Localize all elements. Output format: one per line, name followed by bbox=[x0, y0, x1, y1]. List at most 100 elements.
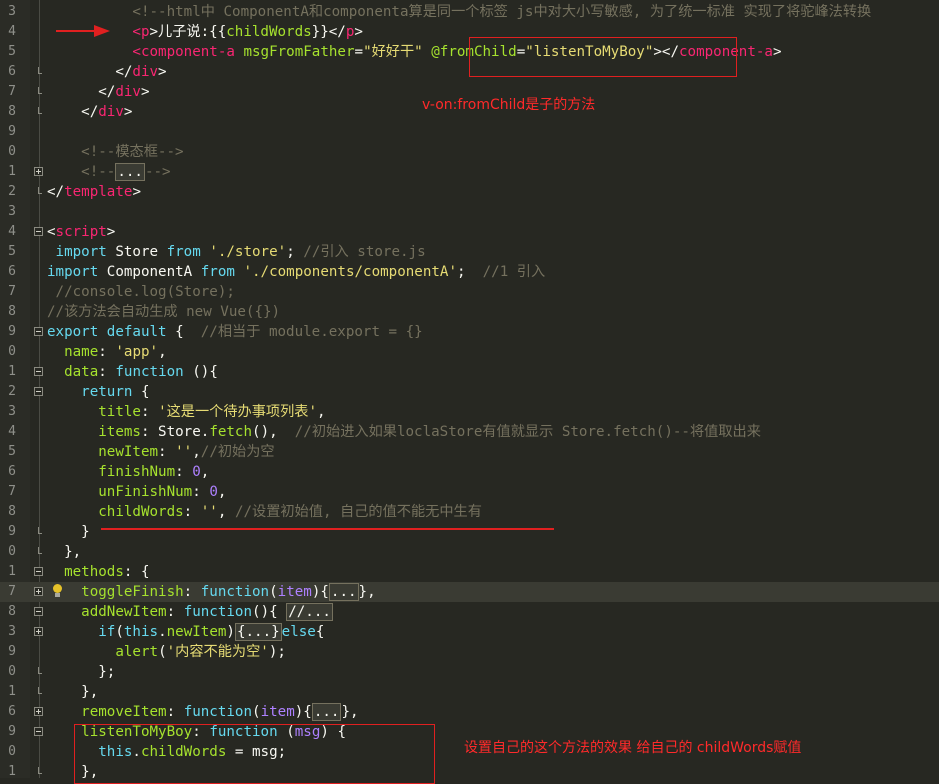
fold-toggle-icon[interactable] bbox=[34, 387, 43, 396]
code-text: <!--... --> bbox=[47, 162, 171, 182]
line-number: 1 bbox=[8, 164, 16, 179]
code-token: Store bbox=[106, 244, 167, 260]
code-text: <!--模态框--> bbox=[47, 142, 183, 162]
code-text: name: 'app', bbox=[47, 342, 167, 362]
code-editor[interactable]: 3 <!--html中 ComponentA和componenta算是同一个标签… bbox=[0, 0, 939, 784]
code-text: <script> bbox=[47, 222, 115, 242]
code-line[interactable]: 7 unFinishNum: 0, bbox=[0, 482, 939, 502]
code-token: > bbox=[132, 184, 141, 200]
code-line[interactable]: 4 <script> bbox=[0, 222, 939, 242]
code-line[interactable]: 7 //console.log(Store); bbox=[0, 282, 939, 302]
code-line[interactable]: 9 bbox=[0, 122, 939, 142]
code-token: //初始进入如果loclaStore有值就显示 Store.fetch()--将… bbox=[294, 424, 761, 440]
code-line[interactable]: 1 data: function (){ bbox=[0, 362, 939, 382]
code-token: //引入 store.js bbox=[303, 244, 426, 260]
code-token: ){ bbox=[311, 584, 329, 600]
line-number: 3 bbox=[8, 204, 16, 219]
code-text: childWords: '', //设置初始值, 自己的值不能无中生有 bbox=[47, 502, 482, 522]
code-line[interactable]: 8 childWords: '', //设置初始值, 自己的值不能无中生有 bbox=[0, 502, 939, 522]
code-token: finishNum bbox=[98, 464, 176, 480]
code-token: }, bbox=[341, 704, 359, 720]
fold-toggle-icon[interactable] bbox=[34, 587, 43, 596]
line-number: 5 bbox=[8, 244, 16, 259]
folded-code-marker[interactable]: ... bbox=[311, 703, 342, 721]
code-line[interactable]: 0 }; bbox=[0, 662, 939, 682]
code-token: methods bbox=[64, 564, 124, 580]
code-line[interactable]: 9 } bbox=[0, 522, 939, 542]
folded-code-marker[interactable]: {...} bbox=[234, 623, 282, 641]
code-line[interactable]: 0 <!--模态框--> bbox=[0, 142, 939, 162]
code-text: //console.log(Store); bbox=[47, 282, 235, 302]
code-text: //该方法会自动生成 new Vue({}) bbox=[47, 302, 280, 322]
fold-toggle-icon[interactable] bbox=[34, 707, 43, 716]
code-line[interactable]: 1 }, bbox=[0, 682, 939, 702]
code-line[interactable]: 3 <!--html中 ComponentA和componenta算是同一个标签… bbox=[0, 2, 939, 22]
line-number: 5 bbox=[8, 44, 16, 59]
code-text: }, bbox=[47, 682, 98, 702]
code-line[interactable]: 6 removeItem: function(item){...}, bbox=[0, 702, 939, 722]
fold-toggle-icon[interactable] bbox=[34, 327, 43, 336]
folded-code-marker[interactable]: //... bbox=[286, 603, 333, 621]
line-number: 6 bbox=[8, 704, 16, 719]
code-text: toggleFinish: function(item){...}, bbox=[47, 582, 376, 602]
code-token: <!-- bbox=[81, 164, 116, 180]
fold-toggle-icon[interactable] bbox=[34, 627, 43, 636]
code-token: function bbox=[183, 704, 253, 720]
line-number: 9 bbox=[8, 644, 16, 659]
code-token: script bbox=[55, 224, 107, 240]
code-token: (){ bbox=[183, 364, 218, 380]
code-token: data bbox=[64, 364, 99, 380]
childwords-underline bbox=[101, 528, 554, 530]
code-line[interactable]: 3 if(this.newItem) {...} else{ bbox=[0, 622, 939, 642]
code-token: (), bbox=[252, 424, 295, 440]
code-token: ){ bbox=[294, 704, 312, 720]
code-line[interactable]: 3 title: '这是一个待办事项列表', bbox=[0, 402, 939, 422]
folded-code-marker[interactable]: ... bbox=[328, 583, 359, 601]
code-token: , bbox=[217, 504, 235, 520]
code-line[interactable]: 9 export default { //相当于 module.export = … bbox=[0, 322, 939, 342]
line-number: 0 bbox=[8, 744, 16, 759]
code-token: </ bbox=[47, 104, 99, 120]
fold-toggle-icon[interactable] bbox=[34, 167, 43, 176]
code-line[interactable]: 0 }, bbox=[0, 542, 939, 562]
code-text: alert('内容不能为空'); bbox=[47, 642, 286, 662]
fold-toggle-icon[interactable] bbox=[34, 727, 43, 736]
code-text: items: Store.fetch(), //初始进入如果loclaStore… bbox=[47, 422, 761, 442]
code-line[interactable]: 1 methods: { bbox=[0, 562, 939, 582]
code-text: </div> bbox=[47, 62, 166, 82]
code-line[interactable]: 3 bbox=[0, 202, 939, 222]
red-arrow-icon bbox=[56, 25, 110, 37]
code-line[interactable]: 8 addNewItem: function(){ //... bbox=[0, 602, 939, 622]
code-token: './store' bbox=[209, 244, 287, 260]
fold-end-marker bbox=[34, 687, 43, 696]
code-token: msgFromFather bbox=[243, 44, 355, 60]
code-token: div bbox=[98, 104, 124, 120]
code-line[interactable]: 2 </template> bbox=[0, 182, 939, 202]
code-token: ( bbox=[158, 644, 167, 660]
code-token: items bbox=[98, 424, 141, 440]
code-line[interactable]: 9 alert('内容不能为空'); bbox=[0, 642, 939, 662]
code-token: //1 引入 bbox=[482, 264, 546, 280]
code-line[interactable]: 6 import ComponentA from './components/co… bbox=[0, 262, 939, 282]
code-line[interactable]: 5 newItem: '',//初始为空 bbox=[0, 442, 939, 462]
code-token: import bbox=[55, 244, 107, 260]
fold-toggle-icon[interactable] bbox=[34, 227, 43, 236]
code-token: , bbox=[217, 484, 227, 500]
code-line[interactable]: 5 import Store from './store'; //引入 stor… bbox=[0, 242, 939, 262]
code-line[interactable]: 0 name: 'app', bbox=[0, 342, 939, 362]
code-line[interactable]: 7 toggleFinish: function(item){...}, bbox=[0, 582, 939, 602]
code-token: ); bbox=[268, 644, 286, 660]
code-line[interactable]: 6 finishNum: 0, bbox=[0, 462, 939, 482]
fold-toggle-icon[interactable] bbox=[34, 607, 43, 616]
code-token: , bbox=[200, 464, 210, 480]
code-line[interactable]: 1 <!--... --> bbox=[0, 162, 939, 182]
fold-toggle-icon[interactable] bbox=[34, 367, 43, 376]
line-number: 7 bbox=[8, 284, 16, 299]
code-line[interactable]: 8 //该方法会自动生成 new Vue({}) bbox=[0, 302, 939, 322]
code-token: : bbox=[98, 344, 116, 360]
code-line[interactable]: 4 items: Store.fetch(), //初始进入如果loclaSto… bbox=[0, 422, 939, 442]
fold-end-marker bbox=[34, 107, 43, 116]
fold-toggle-icon[interactable] bbox=[34, 567, 43, 576]
code-line[interactable]: 2 return { bbox=[0, 382, 939, 402]
folded-code-marker[interactable]: ... bbox=[115, 163, 145, 181]
